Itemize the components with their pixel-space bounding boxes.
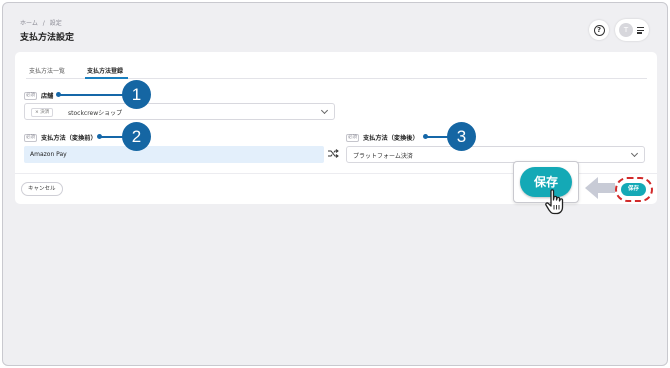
callout-line-2 (100, 136, 124, 138)
payment-after-label-text: 支払方法（変換後） (363, 135, 419, 142)
tab-payment-list[interactable]: 支払方法一覧 (29, 66, 65, 75)
callout-3: 3 (447, 122, 476, 151)
callout-line-1 (59, 94, 125, 96)
chevron-down-icon (320, 106, 329, 115)
breadcrumb: ホーム / 設定 (20, 18, 62, 27)
breadcrumb-separator: / (42, 20, 45, 27)
shop-select[interactable]: × 決済 stockcrewショップ (24, 103, 335, 120)
page-title: 支払方法設定 (20, 33, 75, 43)
tab-payment-register[interactable]: 支払方法登録 (87, 66, 123, 75)
arrow-left-icon (585, 177, 615, 199)
payment-after-value: プラットフォーム決済 (353, 153, 413, 160)
save-button[interactable]: 保存 (621, 183, 646, 196)
user-menu-button[interactable]: T (615, 19, 649, 41)
shop-label: 必須 店舗 (24, 91, 53, 100)
cancel-button[interactable]: キャンセル (21, 182, 63, 196)
callout-2: 2 (122, 122, 151, 151)
required-tag: 必須 (24, 91, 37, 100)
callout-1: 1 (122, 80, 151, 109)
tab-bar: 支払方法一覧 支払方法登録 (26, 64, 647, 79)
required-tag: 必須 (346, 133, 359, 142)
required-tag: 必須 (24, 133, 37, 142)
payment-before-label-text: 支払方法（変換前） (41, 135, 97, 142)
menu-icon (637, 27, 644, 35)
shop-chip[interactable]: × 決済 (31, 108, 54, 117)
payment-after-label: 必須 支払方法（変換後） (346, 133, 419, 142)
payment-after-select[interactable]: プラットフォーム決済 (346, 146, 645, 163)
hand-pointer-icon (545, 189, 564, 215)
app-window: ホーム / 設定 支払方法設定 ? T 支払方法一覧 支払方法登録 必須 店舗 … (2, 2, 668, 366)
help-button[interactable]: ? (589, 20, 609, 40)
payment-before-label: 必須 支払方法（変換前） (24, 133, 97, 142)
avatar: T (619, 23, 633, 37)
breadcrumb-home[interactable]: ホーム (20, 20, 38, 27)
payment-before-value: Amazon Pay (30, 151, 67, 158)
shuffle-icon[interactable] (328, 149, 339, 158)
payment-before-input[interactable]: Amazon Pay (24, 146, 324, 163)
active-tab-indicator (85, 77, 128, 79)
question-circle-icon: ? (593, 24, 605, 36)
shop-select-value: stockcrewショップ (68, 110, 123, 117)
shop-label-text: 店舗 (41, 93, 54, 100)
breadcrumb-current: 設定 (49, 20, 62, 27)
chevron-down-icon (630, 149, 639, 158)
